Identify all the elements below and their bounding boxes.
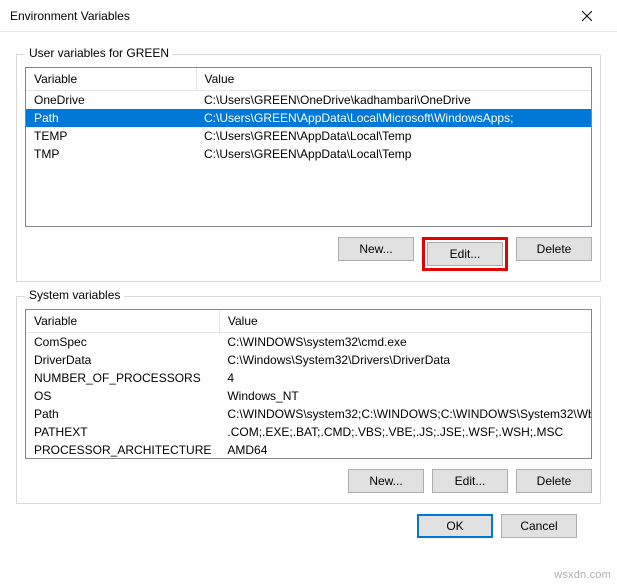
- value-cell: 4: [219, 369, 592, 387]
- table-row[interactable]: ComSpecC:\WINDOWS\system32\cmd.exe: [26, 333, 592, 352]
- variable-cell: OneDrive: [26, 91, 196, 110]
- system-col-variable[interactable]: Variable: [26, 310, 219, 333]
- variable-cell: OS: [26, 387, 219, 405]
- user-col-variable[interactable]: Variable: [26, 68, 196, 91]
- edit-highlight: Edit...: [422, 237, 508, 271]
- system-variables-group: System variables Variable Value ComSpecC…: [16, 296, 601, 504]
- system-variables-table[interactable]: Variable Value ComSpecC:\WINDOWS\system3…: [25, 309, 592, 459]
- user-edit-button[interactable]: Edit...: [427, 242, 503, 266]
- variable-cell: DriverData: [26, 351, 219, 369]
- variable-cell: Path: [26, 109, 196, 127]
- table-row[interactable]: TMPC:\Users\GREEN\AppData\Local\Temp: [26, 145, 591, 163]
- window-title: Environment Variables: [10, 9, 130, 23]
- value-cell: .COM;.EXE;.BAT;.CMD;.VBS;.VBE;.JS;.JSE;.…: [219, 423, 592, 441]
- variable-cell: TMP: [26, 145, 196, 163]
- value-cell: C:\WINDOWS\system32;C:\WINDOWS;C:\WINDOW…: [219, 405, 592, 423]
- user-variables-label: User variables for GREEN: [25, 46, 173, 60]
- user-variables-group: User variables for GREEN Variable Value …: [16, 54, 601, 282]
- table-row[interactable]: PROCESSOR_ARCHITECTUREAMD64: [26, 441, 592, 459]
- value-cell: C:\Users\GREEN\AppData\Local\Microsoft\W…: [196, 109, 591, 127]
- titlebar: Environment Variables: [0, 0, 617, 32]
- user-col-value[interactable]: Value: [196, 68, 591, 91]
- table-row[interactable]: PathC:\Users\GREEN\AppData\Local\Microso…: [26, 109, 591, 127]
- value-cell: C:\Users\GREEN\AppData\Local\Temp: [196, 127, 591, 145]
- value-cell: AMD64: [219, 441, 592, 459]
- variable-cell: NUMBER_OF_PROCESSORS: [26, 369, 219, 387]
- variable-cell: ComSpec: [26, 333, 219, 352]
- system-delete-button[interactable]: Delete: [516, 469, 592, 493]
- value-cell: Windows_NT: [219, 387, 592, 405]
- system-col-value[interactable]: Value: [219, 310, 592, 333]
- close-icon[interactable]: [567, 2, 607, 30]
- variable-cell: Path: [26, 405, 219, 423]
- table-row[interactable]: DriverDataC:\Windows\System32\Drivers\Dr…: [26, 351, 592, 369]
- table-row[interactable]: NUMBER_OF_PROCESSORS4: [26, 369, 592, 387]
- variable-cell: TEMP: [26, 127, 196, 145]
- user-variables-table[interactable]: Variable Value OneDriveC:\Users\GREEN\On…: [25, 67, 592, 227]
- value-cell: C:\Users\GREEN\AppData\Local\Temp: [196, 145, 591, 163]
- ok-button[interactable]: OK: [417, 514, 493, 538]
- watermark: wsxdn.com: [554, 569, 611, 581]
- system-edit-button[interactable]: Edit...: [432, 469, 508, 493]
- table-row[interactable]: PathC:\WINDOWS\system32;C:\WINDOWS;C:\WI…: [26, 405, 592, 423]
- table-row[interactable]: OneDriveC:\Users\GREEN\OneDrive\kadhamba…: [26, 91, 591, 110]
- variable-cell: PATHEXT: [26, 423, 219, 441]
- system-new-button[interactable]: New...: [348, 469, 424, 493]
- cancel-button[interactable]: Cancel: [501, 514, 577, 538]
- table-row[interactable]: TEMPC:\Users\GREEN\AppData\Local\Temp: [26, 127, 591, 145]
- user-new-button[interactable]: New...: [338, 237, 414, 261]
- value-cell: C:\WINDOWS\system32\cmd.exe: [219, 333, 592, 352]
- table-row[interactable]: OSWindows_NT: [26, 387, 592, 405]
- table-row[interactable]: PATHEXT.COM;.EXE;.BAT;.CMD;.VBS;.VBE;.JS…: [26, 423, 592, 441]
- value-cell: C:\Windows\System32\Drivers\DriverData: [219, 351, 592, 369]
- value-cell: C:\Users\GREEN\OneDrive\kadhambari\OneDr…: [196, 91, 591, 110]
- user-delete-button[interactable]: Delete: [516, 237, 592, 261]
- system-variables-label: System variables: [25, 288, 124, 302]
- variable-cell: PROCESSOR_ARCHITECTURE: [26, 441, 219, 459]
